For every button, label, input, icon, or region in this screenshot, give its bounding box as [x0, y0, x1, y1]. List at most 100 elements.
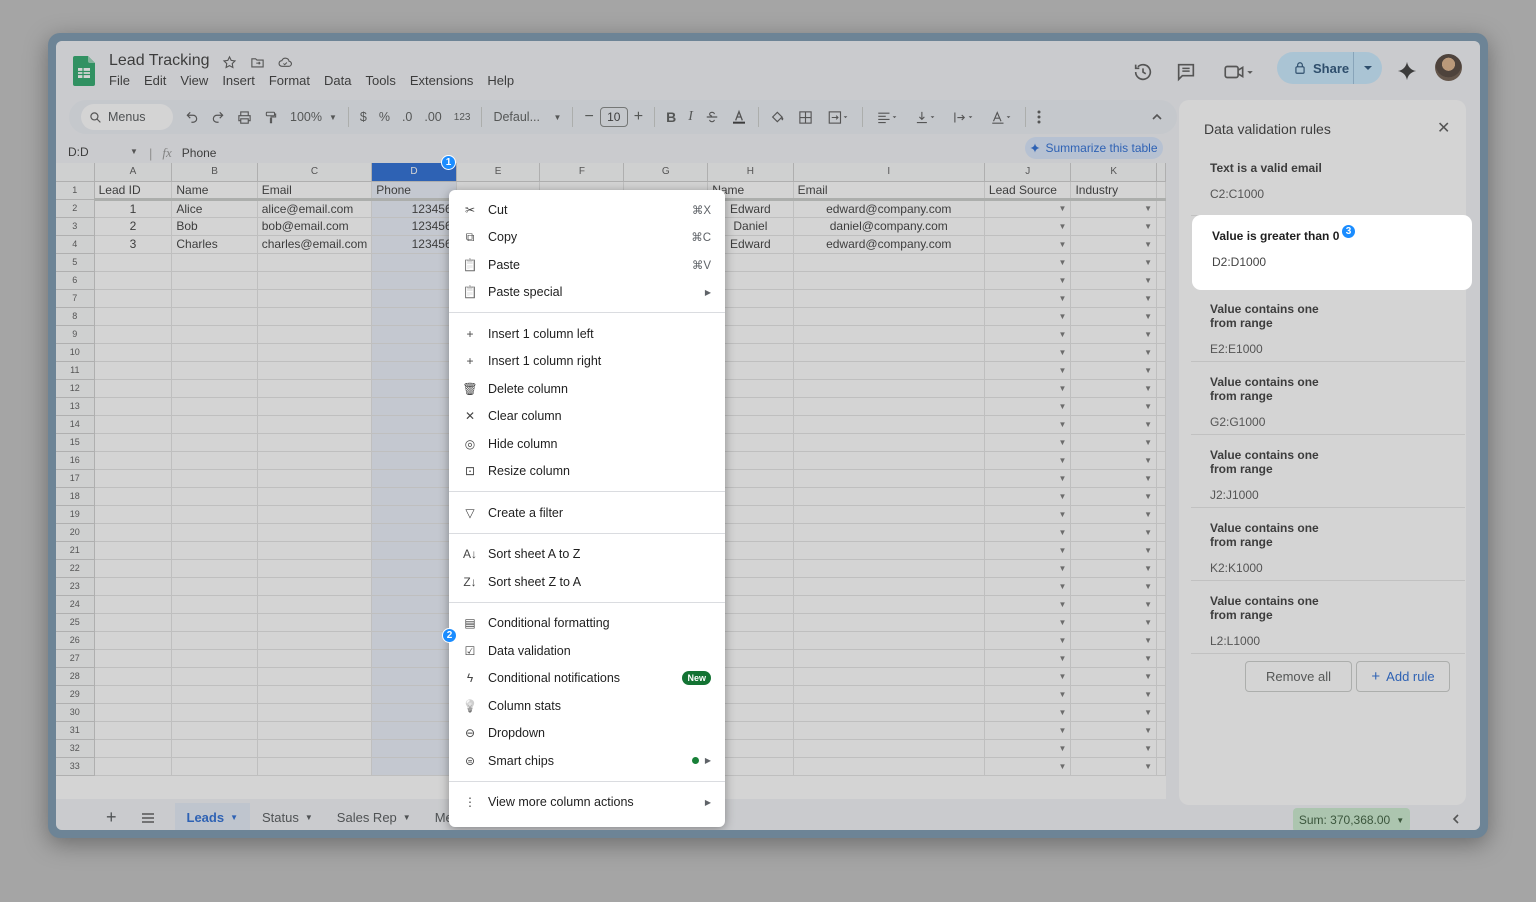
chevron-down-icon[interactable]: ▼ [1059, 564, 1067, 573]
column-header-j[interactable]: J [984, 163, 1072, 182]
row-header[interactable]: 19 [56, 505, 95, 524]
zoom-select[interactable]: 100% ▼ [284, 104, 343, 130]
cell[interactable] [793, 721, 985, 740]
validation-rule[interactable]: Value contains one from range E2:E1000 [1191, 289, 1465, 362]
side-panel-toggle-icon[interactable] [1451, 813, 1461, 825]
menu-item-paste-special[interactable]: 📋 Paste special ▶ [449, 279, 725, 307]
chevron-down-icon[interactable]: ▼ [1059, 366, 1067, 375]
cell[interactable] [371, 739, 457, 758]
chevron-down-icon[interactable]: ▼ [1059, 546, 1067, 555]
chevron-down-icon[interactable]: ▼ [1144, 528, 1152, 537]
cell[interactable] [94, 325, 173, 344]
row-header[interactable]: 13 [56, 397, 95, 416]
dropdown-cell[interactable]: ▼ [1070, 631, 1157, 650]
dropdown-cell[interactable]: ▼ [1070, 523, 1157, 542]
cell[interactable] [371, 343, 457, 362]
chevron-down-icon[interactable]: ▼ [1059, 294, 1067, 303]
undo-icon[interactable] [179, 104, 205, 130]
dropdown-cell[interactable]: ▼ [984, 739, 1072, 758]
cell[interactable] [171, 469, 258, 488]
menu-insert[interactable]: Insert [222, 73, 255, 88]
dropdown-cell[interactable]: ▼ [984, 397, 1072, 416]
menu-format[interactable]: Format [269, 73, 310, 88]
cell[interactable] [793, 649, 985, 668]
chevron-down-icon[interactable]: ▼ [1144, 438, 1152, 447]
cell[interactable] [94, 757, 173, 776]
row-header[interactable]: 1 [56, 181, 95, 200]
cell[interactable] [171, 253, 258, 272]
cell[interactable] [257, 379, 373, 398]
chevron-down-icon[interactable]: ▼ [1144, 600, 1152, 609]
dropdown-cell[interactable]: ▼ [984, 325, 1072, 344]
cell[interactable] [94, 307, 173, 326]
cell[interactable] [171, 631, 258, 650]
row-header[interactable]: 27 [56, 649, 95, 668]
cell[interactable] [94, 667, 173, 686]
chevron-down-icon[interactable]: ▼ [1144, 726, 1152, 735]
cell[interactable] [371, 415, 457, 434]
chevron-down-icon[interactable]: ▼ [1059, 474, 1067, 483]
chevron-down-icon[interactable]: ▼ [1059, 636, 1067, 645]
validation-rule[interactable]: Value contains one from range K2:K1000 [1191, 508, 1465, 581]
cell[interactable] [171, 541, 258, 560]
cell[interactable] [171, 415, 258, 434]
cell[interactable] [94, 523, 173, 542]
dropdown-cell[interactable]: ▼ [1070, 325, 1157, 344]
cell[interactable] [793, 757, 985, 776]
dropdown-cell[interactable]: ▼ [984, 559, 1072, 578]
cell[interactable] [94, 541, 173, 560]
increase-decimal-button[interactable]: .00 [418, 104, 447, 130]
dropdown-cell[interactable]: ▼ [984, 667, 1072, 686]
chevron-down-icon[interactable]: ▼ [1059, 402, 1067, 411]
dropdown-cell[interactable]: ▼ [984, 577, 1072, 596]
dropdown-cell[interactable]: ▼ [1070, 649, 1157, 668]
close-icon[interactable]: ✕ [1437, 118, 1450, 138]
cell[interactable] [171, 667, 258, 686]
cell[interactable] [793, 379, 985, 398]
dropdown-cell[interactable]: ▼ [984, 757, 1072, 776]
chevron-down-icon[interactable]: ▼ [1144, 330, 1152, 339]
cell[interactable] [793, 577, 985, 596]
dropdown-cell[interactable]: ▼ [1070, 415, 1157, 434]
cell[interactable] [94, 469, 173, 488]
menu-item-smart-chips[interactable]: ⊜ Smart chips ▶ [449, 747, 725, 775]
cell[interactable] [257, 631, 373, 650]
cell[interactable] [793, 487, 985, 506]
cell[interactable] [94, 559, 173, 578]
print-icon[interactable] [231, 104, 258, 130]
cell[interactable] [171, 649, 258, 668]
meet-icon[interactable] [1222, 61, 1256, 83]
menu-item-insert-1-column-right[interactable]: + Insert 1 column right [449, 348, 725, 376]
row-header[interactable]: 15 [56, 433, 95, 452]
cell[interactable] [257, 487, 373, 506]
row-header[interactable]: 25 [56, 613, 95, 632]
menu-item-clear-column[interactable]: ✕ Clear column [449, 403, 725, 431]
chevron-down-icon[interactable]: ▼ [305, 813, 313, 822]
dropdown-cell[interactable]: ▼ [984, 631, 1072, 650]
dropdown-cell[interactable]: ▼ [1070, 559, 1157, 578]
cell[interactable] [371, 577, 457, 596]
cell[interactable] [793, 433, 985, 452]
dropdown-cell[interactable]: ▼ [1070, 433, 1157, 452]
cell[interactable] [94, 379, 173, 398]
cell[interactable] [371, 271, 457, 290]
row-header[interactable]: 22 [56, 559, 95, 578]
row-header[interactable]: 32 [56, 739, 95, 758]
dropdown-cell[interactable]: ▼ [1070, 253, 1157, 272]
dropdown-cell[interactable]: ▼ [1070, 469, 1157, 488]
validation-rule[interactable]: Value is greater than 0 D2:D1000 [1193, 216, 1471, 289]
menu-view[interactable]: View [180, 73, 208, 88]
cell[interactable] [257, 325, 373, 344]
cell[interactable] [257, 541, 373, 560]
chevron-down-icon[interactable]: ▼ [1059, 420, 1067, 429]
cell[interactable] [793, 505, 985, 524]
chevron-down-icon[interactable]: ▼ [1144, 546, 1152, 555]
chevron-down-icon[interactable]: ▼ [1144, 618, 1152, 627]
tab-leads[interactable]: Leads ▼ [174, 803, 251, 830]
chevron-down-icon[interactable]: ▼ [1144, 312, 1152, 321]
cell[interactable]: edward@company.com [793, 235, 985, 254]
cell[interactable] [257, 253, 373, 272]
menu-item-insert-1-column-left[interactable]: + Insert 1 column left [449, 320, 725, 348]
cell[interactable] [171, 361, 258, 380]
cell[interactable] [171, 739, 258, 758]
